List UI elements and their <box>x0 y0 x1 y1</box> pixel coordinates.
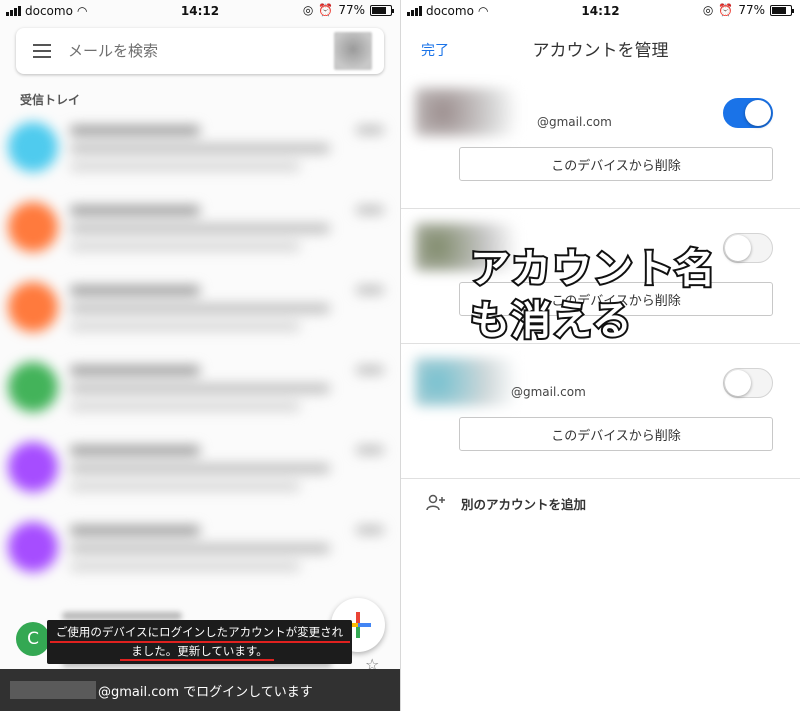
status-bar: docomo ◠ 14:12 ◎ ⏰ 77% <box>401 0 800 22</box>
search-input[interactable] <box>68 42 334 60</box>
lock-rotation-icon: ◎ <box>302 3 314 17</box>
caption-line-1: アカウント名 <box>468 244 717 294</box>
page-title: アカウントを管理 <box>532 41 669 61</box>
list-item[interactable] <box>0 272 400 352</box>
list-item[interactable] <box>0 352 400 432</box>
search-bar <box>16 28 384 74</box>
alarm-icon: ⏰ <box>318 3 334 17</box>
list-item[interactable] <box>0 112 400 192</box>
remove-from-device-button[interactable]: このデバイスから削除 <box>459 417 773 451</box>
gmail-inbox-screen: docomo ◠ 14:12 ◎ ⏰ 77% 受信トレイ C ご使用のデバイスに… <box>0 0 400 711</box>
battery-icon <box>770 4 794 16</box>
list-item[interactable] <box>0 192 400 272</box>
overlay-caption: アカウント名 も消える <box>468 243 770 347</box>
alarm-icon: ⏰ <box>718 3 734 17</box>
tooltip-line-1: ご使用のデバイスにログインしたアカウントが変更され <box>55 625 344 639</box>
inbox-label: 受信トレイ <box>20 93 81 107</box>
account-toggle[interactable] <box>723 368 773 398</box>
list-item[interactable] <box>0 512 400 592</box>
account-email: @gmail.com <box>511 385 586 399</box>
mail-list <box>0 112 400 592</box>
caption-line-2: も消える <box>468 296 634 346</box>
lock-rotation-icon: ◎ <box>702 3 714 17</box>
battery-percent: 77% <box>738 3 765 17</box>
login-snackbar: @gmail.com でログインしています <box>0 669 400 711</box>
sender-avatar: C <box>16 622 50 656</box>
account-photo <box>415 88 525 136</box>
add-person-icon <box>425 492 447 514</box>
remove-from-device-button[interactable]: このデバイスから削除 <box>459 147 773 181</box>
account-avatar[interactable] <box>334 32 372 70</box>
red-underline <box>120 659 274 661</box>
account-photo <box>415 358 525 406</box>
battery-percent: 77% <box>338 3 365 17</box>
list-item[interactable] <box>0 432 400 512</box>
account-email: @gmail.com <box>537 115 612 129</box>
blurred-sender <box>62 612 182 620</box>
manage-accounts-screen: docomo ◠ 14:12 ◎ ⏰ 77% 完了 アカウントを管理 @gmai… <box>400 0 800 711</box>
account-row: @gmail.com このデバイスから削除 <box>401 344 800 479</box>
account-toggle[interactable] <box>723 98 773 128</box>
status-bar: docomo ◠ 14:12 ◎ ⏰ 77% <box>0 0 400 22</box>
nav-bar: 完了 アカウントを管理 <box>401 22 800 72</box>
account-row: @gmail.com このデバイスから削除 <box>401 74 800 209</box>
battery-icon <box>370 4 394 16</box>
snackbar-text: @gmail.com でログインしています <box>98 684 313 700</box>
menu-icon[interactable] <box>16 44 68 58</box>
add-account-label: 別のアカウントを追加 <box>461 496 587 512</box>
add-account-row[interactable]: 別のアカウントを追加 <box>401 480 800 526</box>
red-underline <box>50 641 350 643</box>
redacted-email <box>10 681 96 699</box>
